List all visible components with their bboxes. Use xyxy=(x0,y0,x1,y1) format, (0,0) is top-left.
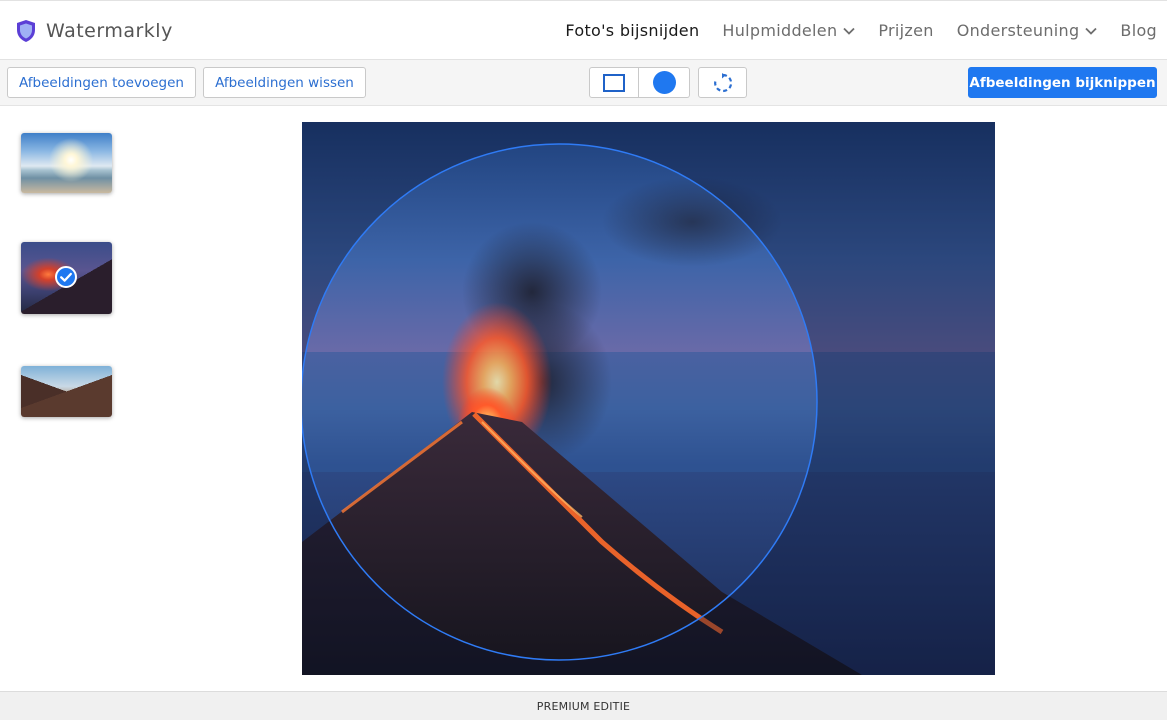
check-circle-icon xyxy=(55,266,77,288)
crop-images-button[interactable]: Afbeeldingen bijknippen xyxy=(968,67,1157,98)
nav-item-pricing[interactable]: Prijzen xyxy=(878,21,933,40)
nav-item-tools[interactable]: Hulpmiddelen xyxy=(722,21,856,40)
volcano-image xyxy=(302,122,995,675)
nav-item-support[interactable]: Ondersteuning xyxy=(957,21,1098,40)
toolbar: Afbeeldingen toevoegen Afbeeldingen wiss… xyxy=(0,60,1167,106)
nav-item-support-label: Ondersteuning xyxy=(956,21,1080,40)
top-header: Watermarkly Foto's bijsnijden Hulpmiddel… xyxy=(0,0,1167,60)
nav-item-crop-photos[interactable]: Foto's bijsnijden xyxy=(565,21,699,40)
circle-shape-button[interactable] xyxy=(639,67,690,98)
thumbnail-volcano[interactable] xyxy=(21,242,112,314)
app-title: Watermarkly xyxy=(46,20,173,42)
add-images-button[interactable]: Afbeeldingen toevoegen xyxy=(7,67,196,98)
nav-item-blog[interactable]: Blog xyxy=(1120,21,1157,40)
rotate-button[interactable] xyxy=(698,67,747,98)
main-nav: Foto's bijsnijden Hulpmiddelen Prijzen O… xyxy=(565,21,1157,40)
rectangle-shape-button[interactable] xyxy=(589,67,639,98)
rotate-icon xyxy=(713,72,732,92)
logo[interactable]: Watermarkly xyxy=(15,19,173,43)
edition-label: PREMIUM EDITIE xyxy=(536,699,631,713)
circle-filled-icon xyxy=(652,71,676,94)
thumbnail-sea-sunrise[interactable] xyxy=(21,133,112,193)
thumbnail-mountain-peak[interactable] xyxy=(21,366,112,417)
editor-image[interactable] xyxy=(302,122,995,675)
chevron-down-icon xyxy=(843,27,856,35)
square-outline-icon xyxy=(603,73,625,92)
chevron-down-icon xyxy=(1085,27,1098,35)
clear-images-button[interactable]: Afbeeldingen wissen xyxy=(203,67,366,98)
shield-icon xyxy=(17,20,35,42)
nav-item-tools-label: Hulpmiddelen xyxy=(722,21,838,40)
footer: PREMIUM EDITIE xyxy=(0,691,1167,720)
